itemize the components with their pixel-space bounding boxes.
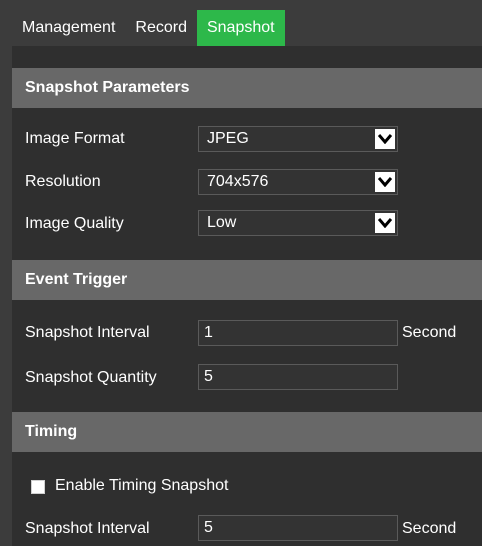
image-quality-label: Image Quality (25, 215, 124, 232)
enable-timing-snapshot-checkbox[interactable] (31, 480, 45, 494)
chevron-down-icon[interactable] (375, 213, 395, 233)
section-header-snapshot-parameters: Snapshot Parameters (12, 68, 482, 108)
image-format-select[interactable]: JPEG (198, 126, 398, 152)
chevron-down-icon[interactable] (375, 172, 395, 192)
snapshot-interval-value: 1 (204, 324, 213, 341)
timing-snapshot-interval-unit: Second (402, 520, 457, 537)
tab-record[interactable]: Record (125, 10, 197, 46)
image-format-value: JPEG (207, 130, 249, 147)
resolution-label: Resolution (25, 173, 101, 190)
image-format-label: Image Format (25, 130, 125, 147)
section-header-timing: Timing (12, 412, 482, 452)
tab-snapshot[interactable]: Snapshot (196, 10, 285, 46)
image-quality-value: Low (207, 214, 237, 231)
snapshot-quantity-label: Snapshot Quantity (25, 369, 157, 386)
section-title: Event Trigger (25, 271, 128, 288)
snapshot-panel: Snapshot Parameters Image Format JPEG Re… (12, 46, 482, 546)
chevron-down-icon[interactable] (375, 129, 395, 149)
tab-bar: Management Record Snapshot (12, 10, 285, 46)
image-quality-select[interactable]: Low (198, 210, 398, 236)
snapshot-quantity-input[interactable]: 5 (198, 364, 398, 390)
section-title: Snapshot Parameters (25, 79, 190, 96)
enable-timing-snapshot-label: Enable Timing Snapshot (55, 477, 229, 494)
section-title: Timing (25, 423, 78, 440)
snapshot-quantity-value: 5 (204, 368, 213, 385)
timing-snapshot-interval-value: 5 (204, 519, 213, 536)
timing-snapshot-interval-input[interactable]: 5 (198, 515, 398, 541)
resolution-value: 704x576 (207, 173, 269, 190)
section-header-event-trigger: Event Trigger (12, 260, 482, 300)
snapshot-interval-input[interactable]: 1 (198, 320, 398, 346)
snapshot-interval-unit: Second (402, 324, 457, 341)
tab-management[interactable]: Management (12, 10, 125, 46)
snapshot-interval-label: Snapshot Interval (25, 324, 150, 341)
timing-snapshot-interval-label: Snapshot Interval (25, 520, 150, 537)
resolution-select[interactable]: 704x576 (198, 169, 398, 195)
